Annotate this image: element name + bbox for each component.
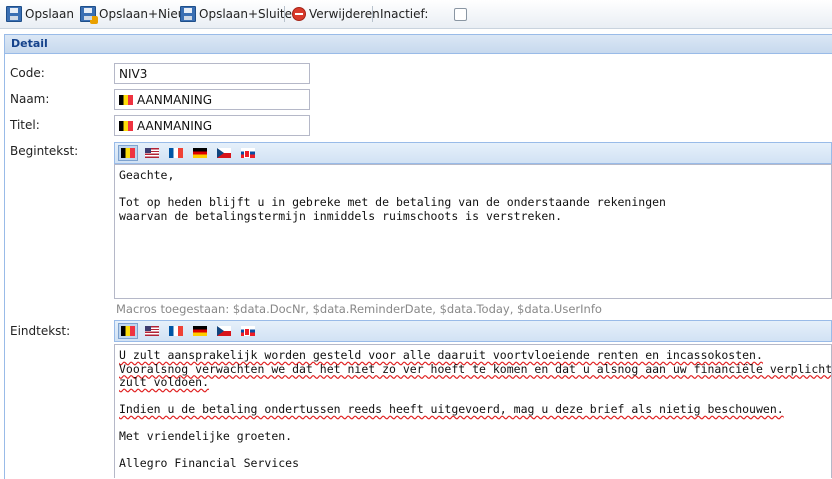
editor-line: Tot op heden blijft u in gebreke met de … <box>119 195 666 209</box>
save-disk-icon <box>6 6 22 22</box>
editor-line: zult voldoen. <box>119 375 210 389</box>
delete-icon <box>292 7 306 21</box>
toolbar-separator <box>372 6 373 22</box>
code-input[interactable]: NIV3 <box>114 63 310 84</box>
lang-cz-button[interactable] <box>214 323 234 339</box>
lang-cz-button[interactable] <box>214 145 234 161</box>
belgium-flag-icon <box>121 326 135 336</box>
panel-title: Detail <box>5 35 832 54</box>
name-label: Naam: <box>10 92 50 106</box>
begintekst-label: Begintekst: <box>10 144 79 158</box>
eindtekst-label: Eindtekst: <box>10 324 71 338</box>
belgium-flag-icon <box>121 148 135 158</box>
editor-line: Allegro Financial Services <box>119 456 300 470</box>
editor-line: Geachte, <box>119 168 175 182</box>
editor-line: waarvan de betalingstermijn inmiddels ru… <box>119 208 563 223</box>
czech-flag-icon <box>217 148 231 158</box>
macros-hint: Macros toegestaan: $data.DocNr, $data.Re… <box>116 302 602 316</box>
save-new-button[interactable]: Opslaan+Nieuw <box>80 5 195 24</box>
name-input[interactable]: AANMANING <box>114 89 310 110</box>
germany-flag-icon <box>193 326 207 336</box>
lang-us-button[interactable] <box>142 145 162 161</box>
us-flag-icon <box>145 326 159 336</box>
slovakia-flag-icon <box>241 326 255 336</box>
title-label: Titel: <box>10 118 40 132</box>
lang-be-button[interactable] <box>118 323 138 339</box>
lang-us-button[interactable] <box>142 323 162 339</box>
name-value: AANMANING <box>137 92 213 107</box>
title-input[interactable]: AANMANING <box>114 115 310 136</box>
begintekst-editor[interactable]: Geachte,​Tot op heden blijft u in gebrek… <box>114 164 832 299</box>
inactive-label: Inactief: <box>380 7 429 21</box>
editor-line: U zult aansprakelijk worden gesteld voor… <box>119 348 763 362</box>
toolbar-separator <box>284 6 285 22</box>
editor-line: ​ <box>119 183 827 197</box>
save-close-button[interactable]: Opslaan+Sluiten <box>180 5 300 23</box>
save-new-icon <box>80 6 98 24</box>
lang-sk-button[interactable] <box>238 323 258 339</box>
lang-fr-button[interactable] <box>166 145 186 161</box>
save-button[interactable]: Opslaan <box>6 5 74 23</box>
delete-button-label: Verwijderen <box>309 7 380 21</box>
code-label: Code: <box>10 66 45 80</box>
lang-de-button[interactable] <box>190 323 210 339</box>
inactive-checkbox[interactable] <box>454 8 467 21</box>
belgium-flag-icon <box>119 120 133 131</box>
germany-flag-icon <box>193 148 207 158</box>
delete-button[interactable]: Verwijderen <box>292 5 380 23</box>
editor-line: ​ <box>119 417 827 431</box>
us-flag-icon <box>145 148 159 158</box>
lang-de-button[interactable] <box>190 145 210 161</box>
toolbar: Opslaan Opslaan+Nieuw Opslaan+Sluiten Ve… <box>0 0 832 29</box>
eindtekst-language-bar <box>114 320 832 342</box>
save-close-icon <box>180 6 196 22</box>
editor-line: ​ <box>119 444 827 458</box>
editor-line: Indien u de betaling ondertussen reeds h… <box>119 402 784 416</box>
editor-line: Vooralsnog verwachten we dat het niet zo… <box>119 361 832 376</box>
eindtekst-editor[interactable]: U zult aansprakelijk worden gesteld voor… <box>114 344 832 478</box>
save-button-label: Opslaan <box>25 7 74 21</box>
begintekst-language-bar <box>114 142 832 164</box>
france-flag-icon <box>169 326 183 336</box>
slovakia-flag-icon <box>241 148 255 158</box>
czech-flag-icon <box>217 326 231 336</box>
code-value: NIV3 <box>119 66 148 81</box>
lang-fr-button[interactable] <box>166 323 186 339</box>
belgium-flag-icon <box>119 94 133 105</box>
france-flag-icon <box>169 148 183 158</box>
editor-line: ​ <box>119 390 827 404</box>
lang-be-button[interactable] <box>118 145 138 161</box>
lang-sk-button[interactable] <box>238 145 258 161</box>
editor-line: Met vriendelijke groeten. <box>119 429 293 443</box>
title-value: AANMANING <box>137 118 213 133</box>
